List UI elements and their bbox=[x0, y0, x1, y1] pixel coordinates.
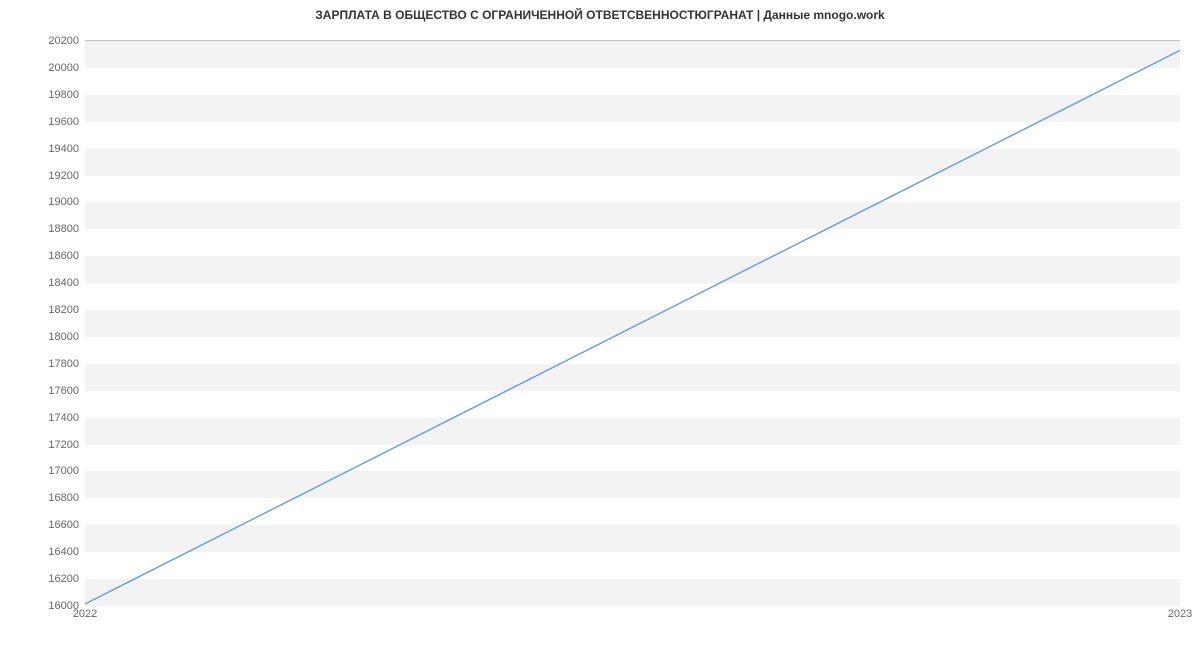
y-tick-label: 16600 bbox=[48, 519, 79, 531]
y-tick-label: 19400 bbox=[48, 143, 79, 155]
chart-container: ЗАРПЛАТА В ОБЩЕСТВО С ОГРАНИЧЕННОЙ ОТВЕТ… bbox=[0, 0, 1200, 650]
y-tick-label: 18200 bbox=[48, 304, 79, 316]
y-tick-label: 17800 bbox=[48, 358, 79, 370]
series-line bbox=[85, 50, 1180, 604]
y-tick-label: 16200 bbox=[48, 573, 79, 585]
x-tick-label: 2022 bbox=[73, 608, 97, 620]
y-tick-label: 16800 bbox=[48, 492, 79, 504]
y-tick-label: 18000 bbox=[48, 331, 79, 343]
y-tick-label: 17200 bbox=[48, 439, 79, 451]
y-tick-label: 17000 bbox=[48, 465, 79, 477]
y-tick-label: 17400 bbox=[48, 412, 79, 424]
chart-title: ЗАРПЛАТА В ОБЩЕСТВО С ОГРАНИЧЕННОЙ ОТВЕТ… bbox=[0, 8, 1200, 22]
x-tick-label: 2023 bbox=[1168, 608, 1192, 620]
line-layer bbox=[85, 41, 1180, 604]
plot-area: 1600016200164001660016800170001720017400… bbox=[85, 40, 1180, 605]
y-tick-label: 19200 bbox=[48, 170, 79, 182]
y-tick-label: 17600 bbox=[48, 385, 79, 397]
y-tick-label: 18400 bbox=[48, 277, 79, 289]
y-tick-label: 18800 bbox=[48, 223, 79, 235]
y-tick-label: 20000 bbox=[48, 62, 79, 74]
y-tick-label: 16400 bbox=[48, 546, 79, 558]
y-tick-label: 19000 bbox=[48, 196, 79, 208]
y-tick-label: 18600 bbox=[48, 250, 79, 262]
y-tick-label: 19600 bbox=[48, 116, 79, 128]
y-tick-label: 20200 bbox=[48, 35, 79, 47]
y-tick-label: 19800 bbox=[48, 89, 79, 101]
